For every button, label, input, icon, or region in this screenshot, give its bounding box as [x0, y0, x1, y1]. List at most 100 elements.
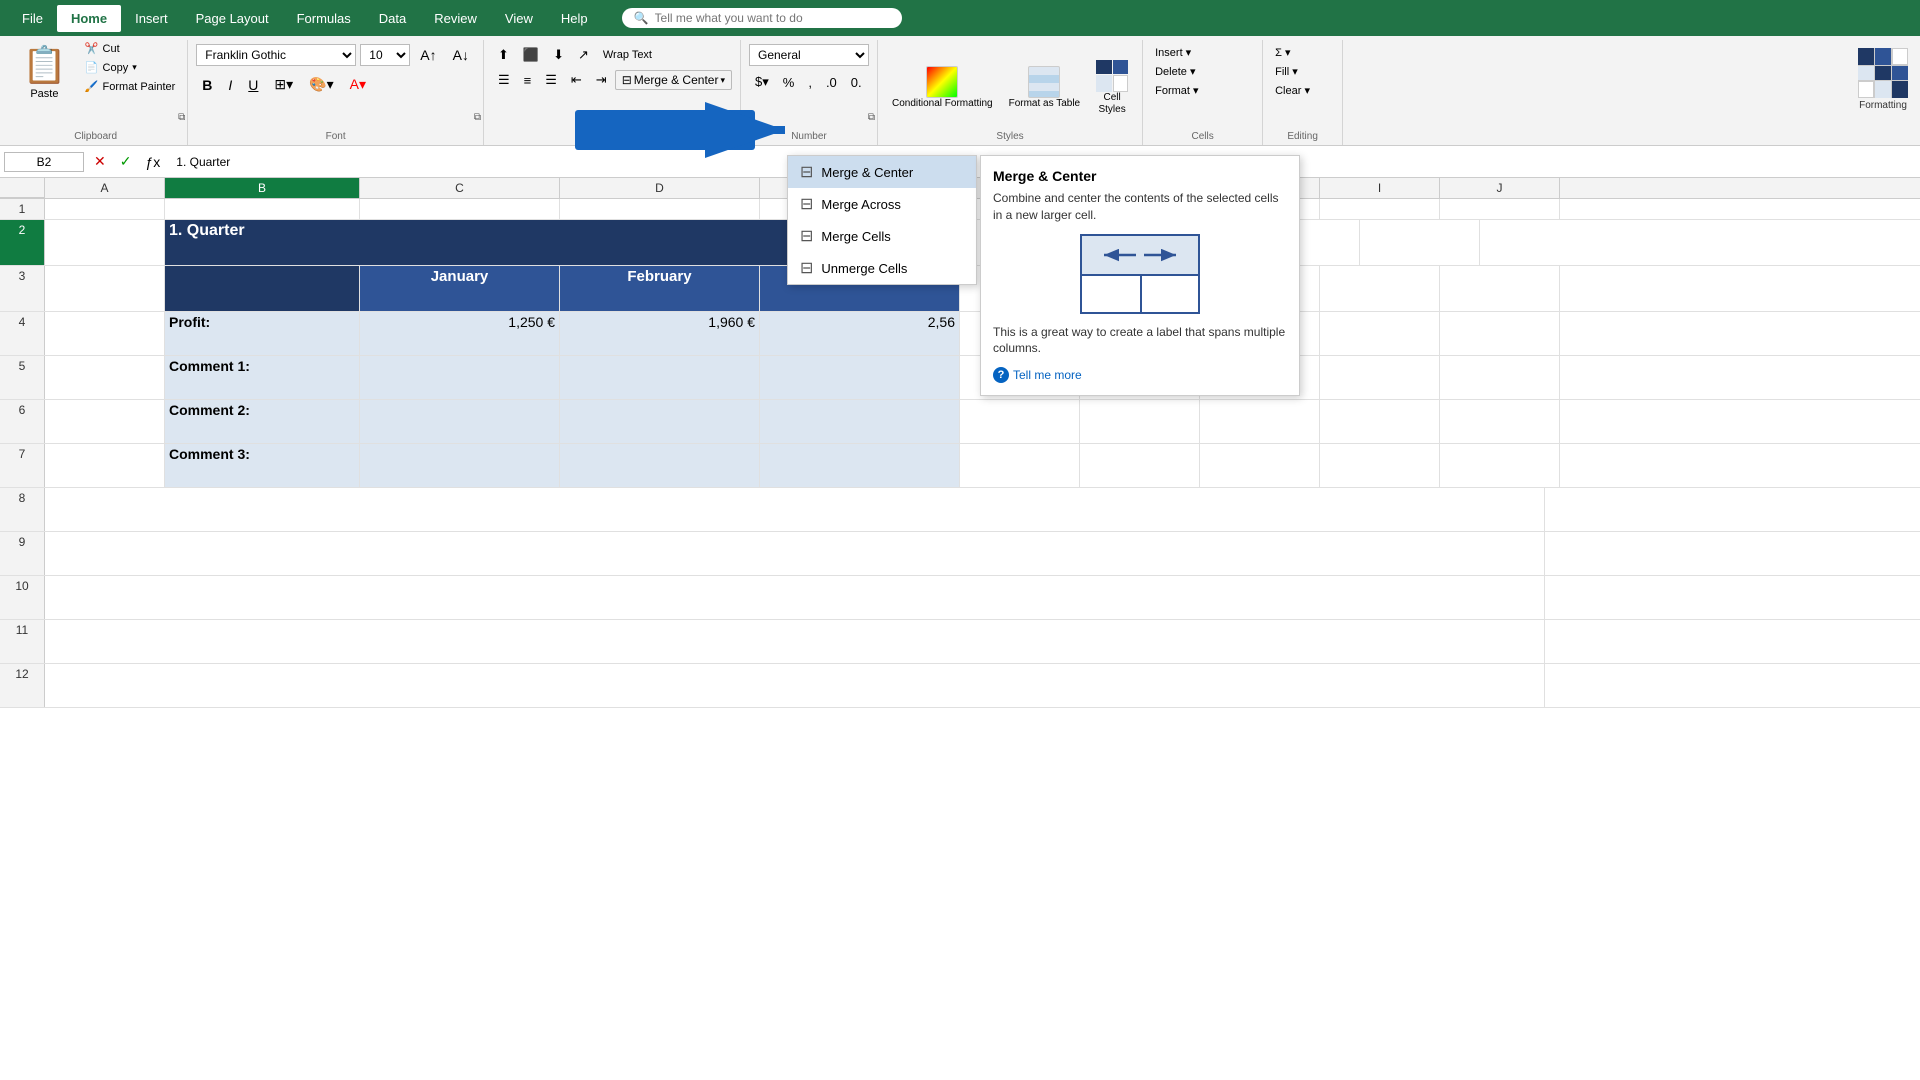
tab-page-layout[interactable]: Page Layout — [182, 5, 283, 32]
cell-C5[interactable] — [360, 356, 560, 399]
align-top-button[interactable]: ⬆ — [492, 44, 515, 66]
percent-button[interactable]: % — [777, 72, 801, 93]
cell-E4[interactable]: 2,56 — [760, 312, 960, 355]
decrease-decimal-button[interactable]: 0. — [845, 72, 868, 93]
cell-J3[interactable] — [1440, 266, 1560, 311]
increase-font-button[interactable]: A↑ — [414, 44, 442, 66]
col-header-C[interactable]: C — [360, 178, 560, 198]
cell-row9[interactable] — [45, 532, 1545, 575]
conditional-formatting-button[interactable]: Conditional Formatting — [886, 62, 999, 114]
confirm-formula-button[interactable]: ✓ — [114, 150, 138, 173]
number-expand-icon[interactable]: ⧉ — [868, 112, 875, 123]
cell-J6[interactable] — [1440, 400, 1560, 443]
cell-row10[interactable] — [45, 576, 1545, 619]
insert-button[interactable]: Insert ▾ — [1151, 44, 1202, 61]
cell-row8[interactable] — [45, 488, 1545, 531]
number-format-select[interactable]: General — [749, 44, 869, 66]
align-right-button[interactable]: ☰ — [539, 69, 563, 91]
cell-B6[interactable]: Comment 2: — [165, 400, 360, 443]
cell-I5[interactable] — [1320, 356, 1440, 399]
decrease-font-button[interactable]: A↓ — [447, 44, 475, 66]
tab-file[interactable]: File — [8, 5, 57, 32]
cell-H7[interactable] — [1200, 444, 1320, 487]
tab-review[interactable]: Review — [420, 5, 491, 32]
format-as-table-button[interactable]: Format as Table — [1003, 62, 1087, 114]
cell-J4[interactable] — [1440, 312, 1560, 355]
currency-button[interactable]: $▾ — [749, 71, 775, 93]
cell-styles-button[interactable]: CellStyles — [1090, 56, 1134, 120]
search-bar[interactable]: 🔍 — [622, 8, 902, 28]
increase-decimal-button[interactable]: .0 — [820, 72, 843, 93]
decrease-indent-button[interactable]: ⇤ — [565, 69, 588, 91]
tell-more-link[interactable]: ? Tell me more — [993, 367, 1287, 383]
cell-I3[interactable] — [1320, 266, 1440, 311]
paste-button[interactable]: 📋 Paste — [12, 40, 77, 104]
cell-F6[interactable] — [960, 400, 1080, 443]
cell-D4[interactable]: 1,960 € — [560, 312, 760, 355]
merge-across-menu-item[interactable]: ⊟ Merge Across — [788, 188, 976, 220]
border-button[interactable]: ⊞▾ — [268, 73, 299, 96]
merge-center-button[interactable]: ⊟ Merge & Center ▾ — [615, 70, 732, 90]
cell-B3[interactable] — [165, 266, 360, 311]
cell-A4[interactable] — [45, 312, 165, 355]
bold-button[interactable]: B — [196, 74, 218, 96]
col-header-B[interactable]: B — [165, 178, 360, 198]
fill-button[interactable]: Fill ▾ — [1271, 63, 1314, 80]
cell-E6[interactable] — [760, 400, 960, 443]
cell-B5[interactable]: Comment 1: — [165, 356, 360, 399]
search-input[interactable] — [655, 11, 890, 25]
cell-A7[interactable] — [45, 444, 165, 487]
align-bottom-button[interactable]: ⬇ — [547, 44, 570, 66]
merge-cells-menu-item[interactable]: ⊟ Merge Cells — [788, 220, 976, 252]
cell-J2[interactable] — [1360, 220, 1480, 265]
cell-A2[interactable] — [45, 220, 165, 265]
cancel-formula-button[interactable]: ✕ — [88, 150, 112, 173]
merge-center-menu-item[interactable]: ⊟ Merge & Center — [788, 156, 976, 188]
clipboard-expand-icon[interactable]: ⧉ — [178, 112, 185, 123]
comma-button[interactable]: , — [802, 72, 818, 93]
unmerge-cells-menu-item[interactable]: ⊟ Unmerge Cells — [788, 252, 976, 284]
italic-button[interactable]: I — [222, 74, 238, 96]
cell-J7[interactable] — [1440, 444, 1560, 487]
cell-J5[interactable] — [1440, 356, 1560, 399]
cell-D3[interactable]: February — [560, 266, 760, 311]
cell-G7[interactable] — [1080, 444, 1200, 487]
tab-view[interactable]: View — [491, 5, 547, 32]
align-center-button[interactable]: ≡ — [518, 70, 538, 91]
orientation-button[interactable]: ↗ — [572, 44, 595, 66]
cell-D7[interactable] — [560, 444, 760, 487]
cell-I7[interactable] — [1320, 444, 1440, 487]
copy-button[interactable]: 📄 Copy ▾ — [81, 59, 179, 76]
wrap-text-button[interactable]: Wrap Text — [597, 46, 658, 64]
cell-H6[interactable] — [1200, 400, 1320, 443]
cell-row11[interactable] — [45, 620, 1545, 663]
tab-insert[interactable]: Insert — [121, 5, 182, 32]
cell-J1[interactable] — [1440, 199, 1560, 219]
tab-help[interactable]: Help — [547, 5, 602, 32]
cell-C1[interactable] — [360, 199, 560, 219]
cell-I4[interactable] — [1320, 312, 1440, 355]
cell-C3[interactable]: January — [360, 266, 560, 311]
col-header-A[interactable]: A — [45, 178, 165, 198]
cell-row12[interactable] — [45, 664, 1545, 707]
align-middle-button[interactable]: ⬛ — [517, 44, 545, 66]
cell-C7[interactable] — [360, 444, 560, 487]
cell-B4[interactable]: Profit: — [165, 312, 360, 355]
font-size-select[interactable]: 10 — [360, 44, 410, 66]
cell-A5[interactable] — [45, 356, 165, 399]
cell-I1[interactable] — [1320, 199, 1440, 219]
cell-E7[interactable] — [760, 444, 960, 487]
cell-C6[interactable] — [360, 400, 560, 443]
cell-D1[interactable] — [560, 199, 760, 219]
cell-D6[interactable] — [560, 400, 760, 443]
align-left-button[interactable]: ☰ — [492, 69, 516, 91]
format-painter-button[interactable]: 🖌️ Format Painter — [81, 78, 179, 95]
cell-reference-input[interactable] — [4, 152, 84, 172]
fill-color-button[interactable]: 🎨▾ — [303, 73, 339, 96]
cell-A6[interactable] — [45, 400, 165, 443]
increase-indent-button[interactable]: ⇥ — [590, 69, 613, 91]
cell-A1[interactable] — [45, 199, 165, 219]
cell-C4[interactable]: 1,250 € — [360, 312, 560, 355]
tab-home[interactable]: Home — [57, 5, 121, 32]
cell-A3[interactable] — [45, 266, 165, 311]
